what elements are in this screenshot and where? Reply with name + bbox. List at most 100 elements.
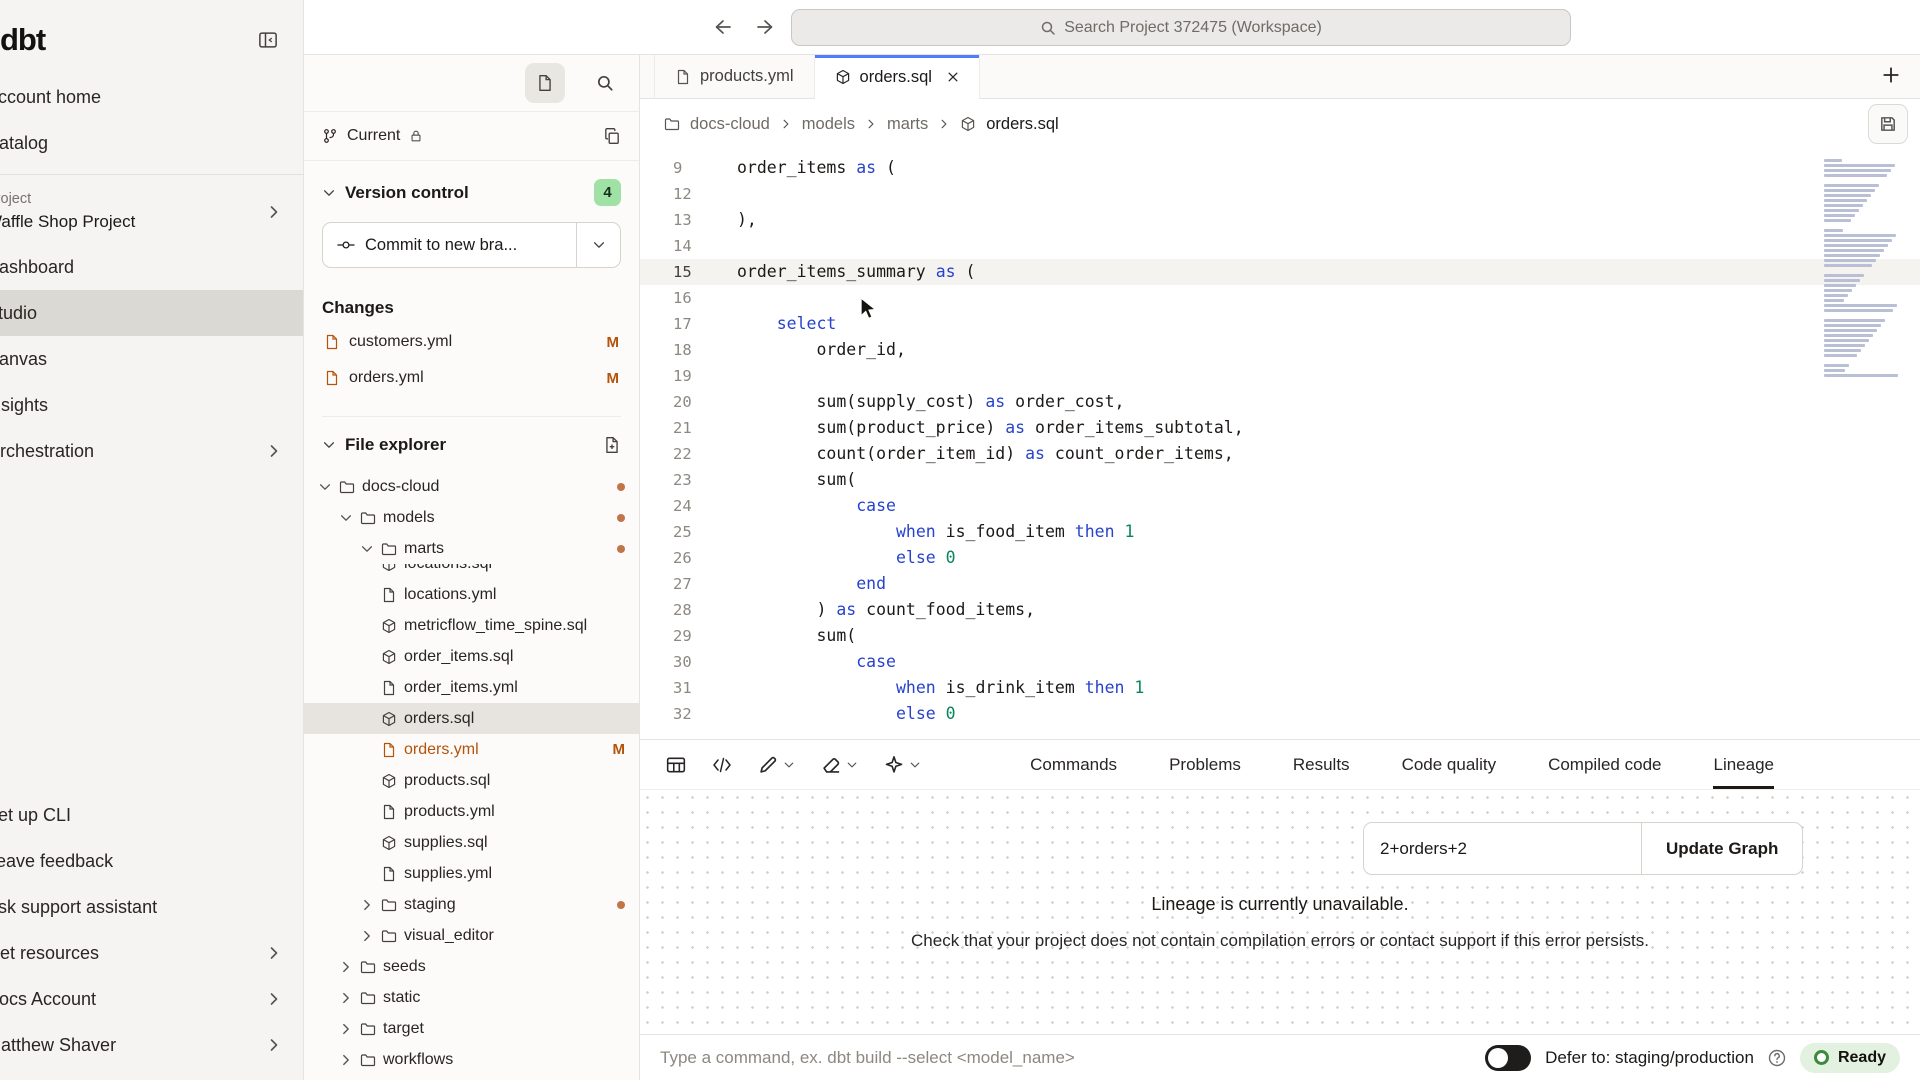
file-search-button[interactable] xyxy=(585,63,625,103)
tool-compile-button[interactable] xyxy=(712,755,732,775)
code-line[interactable]: 21 sum(product_price) as order_items_sub… xyxy=(640,415,1920,441)
help-icon[interactable] xyxy=(1768,1049,1786,1067)
forward-icon[interactable] xyxy=(756,18,774,36)
tree-item-orders-sql[interactable]: orders.sql xyxy=(304,703,639,734)
new-file-icon[interactable] xyxy=(603,436,621,454)
update-graph-button[interactable]: Update Graph xyxy=(1641,822,1803,875)
tab-orders-sql[interactable]: orders.sql xyxy=(815,55,980,99)
code-line[interactable]: 20 sum(supply_cost) as order_cost, xyxy=(640,389,1920,415)
sidebar-item-matthew-shaver[interactable]: Matthew Shaver xyxy=(0,1022,304,1068)
branch-selector[interactable]: Current xyxy=(304,111,639,161)
tree-item-marts[interactable]: marts xyxy=(304,533,639,564)
command-input[interactable]: Type a command, ex. dbt build --select <… xyxy=(660,1048,1075,1068)
save-button[interactable] xyxy=(1868,104,1908,144)
tool-preview-button[interactable] xyxy=(666,755,686,775)
tree-item-models[interactable]: models xyxy=(304,502,639,533)
tree-item-supplies-yml[interactable]: supplies.yml xyxy=(304,858,639,889)
tool-format-button[interactable] xyxy=(758,755,795,775)
sidebar-item-canvas[interactable]: Canvas xyxy=(0,336,304,382)
code-line[interactable]: 19 xyxy=(640,363,1920,389)
sidebar-item-set-up-cli[interactable]: Set up CLI xyxy=(0,792,304,838)
panel-tab-problems[interactable]: Problems xyxy=(1169,740,1241,789)
tree-item-visual-editor[interactable]: visual_editor xyxy=(304,920,639,951)
code-line[interactable]: 27 end xyxy=(640,571,1920,597)
code-line[interactable]: 16 xyxy=(640,285,1920,311)
sidebar-item-account-home[interactable]: Account home xyxy=(0,74,304,120)
code-line[interactable]: 22 count(order_item_id) as count_order_i… xyxy=(640,441,1920,467)
code-line[interactable]: 14 xyxy=(640,233,1920,259)
chevron-down-icon[interactable] xyxy=(322,186,336,200)
panel-tab-code-quality[interactable]: Code quality xyxy=(1402,740,1497,789)
tree-item-metricflow-time-spine-sql[interactable]: metricflow_time_spine.sql xyxy=(304,610,639,641)
close-icon[interactable] xyxy=(947,71,959,83)
code-line[interactable]: 26 else 0 xyxy=(640,545,1920,571)
sidebar-item-catalog[interactable]: Catalog xyxy=(0,120,304,166)
minimap[interactable] xyxy=(1824,159,1910,377)
collapse-sidebar-icon[interactable] xyxy=(258,30,278,50)
tree-item-order-items-yml[interactable]: order_items.yml xyxy=(304,672,639,703)
code-line[interactable]: 30 case xyxy=(640,649,1920,675)
sidebar-item-studio[interactable]: Studio xyxy=(0,290,304,336)
tree-item-order-items-sql[interactable]: order_items.sql xyxy=(304,641,639,672)
file-explorer-view-button[interactable] xyxy=(525,63,565,103)
code-line[interactable]: 29 sum( xyxy=(640,623,1920,649)
sidebar-project-switcher[interactable]: Project Waffle Shop Project xyxy=(0,183,304,244)
breadcrumb-item-models[interactable]: models xyxy=(802,115,855,134)
tree-item-locations-sql[interactable]: locations.sql xyxy=(304,564,639,579)
project-search-input[interactable]: Search Project 372475 (Workspace) xyxy=(791,9,1571,46)
tool-fix-button[interactable] xyxy=(884,755,921,775)
sidebar-item-docs-account[interactable]: Docs Account xyxy=(0,976,304,1022)
panel-tab-compiled-code[interactable]: Compiled code xyxy=(1548,740,1661,789)
breadcrumb-item-marts[interactable]: marts xyxy=(887,115,928,134)
tree-item-locations-yml[interactable]: locations.yml xyxy=(304,579,639,610)
tree-item-products-sql[interactable]: products.sql xyxy=(304,765,639,796)
code-line[interactable]: 23 sum( xyxy=(640,467,1920,493)
code-line[interactable]: 25 when is_food_item then 1 xyxy=(640,519,1920,545)
tree-item-workflows[interactable]: workflows xyxy=(304,1044,639,1075)
tool-lint-button[interactable] xyxy=(821,755,858,775)
breadcrumb-item-orders-sql[interactable]: orders.sql xyxy=(986,115,1058,134)
status-badge[interactable]: Ready xyxy=(1800,1043,1900,1073)
sidebar-item-get-resources[interactable]: Get resources xyxy=(0,930,304,976)
code-line[interactable]: 15order_items_summary as ( xyxy=(640,259,1920,285)
tree-item-target[interactable]: target xyxy=(304,1013,639,1044)
tree-item-static[interactable]: static xyxy=(304,982,639,1013)
panel-tab-results[interactable]: Results xyxy=(1293,740,1350,789)
breadcrumb-item-docs-cloud[interactable]: docs-cloud xyxy=(690,115,770,134)
code-line[interactable]: 24 case xyxy=(640,493,1920,519)
panel-tab-lineage[interactable]: Lineage xyxy=(1713,740,1774,789)
lineage-select-input[interactable]: 2+orders+2 xyxy=(1363,822,1641,875)
changed-file-orders-yml[interactable]: orders.ymlM xyxy=(322,360,621,396)
tree-item-orders-yml[interactable]: orders.ymlM xyxy=(304,734,639,765)
code-line[interactable]: 9order_items as ( xyxy=(640,155,1920,181)
sidebar-item-ask-support-assistant[interactable]: Ask support assistant xyxy=(0,884,304,930)
copy-icon[interactable] xyxy=(603,127,621,145)
changed-file-customers-yml[interactable]: customers.ymlM xyxy=(322,324,621,360)
code-line[interactable]: 28 ) as count_food_items, xyxy=(640,597,1920,623)
defer-toggle[interactable] xyxy=(1485,1045,1531,1071)
chevron-down-icon[interactable] xyxy=(322,438,336,452)
tree-item-staging[interactable]: staging xyxy=(304,889,639,920)
code-line[interactable]: 13), xyxy=(640,207,1920,233)
sidebar-item-insights[interactable]: Insights xyxy=(0,382,304,428)
new-tab-button[interactable] xyxy=(1882,66,1900,84)
commit-button[interactable]: Commit to new bra... xyxy=(322,222,621,268)
code-line[interactable]: 18 order_id, xyxy=(640,337,1920,363)
code-editor[interactable]: 9order_items as (1213),1415order_items_s… xyxy=(640,149,1920,739)
sidebar-item-dashboard[interactable]: Dashboard xyxy=(0,244,304,290)
tree-item-docs-cloud[interactable]: docs-cloud xyxy=(304,471,639,502)
tree-item-seeds[interactable]: seeds xyxy=(304,951,639,982)
sidebar-item-leave-feedback[interactable]: Leave feedback xyxy=(0,838,304,884)
panel-tab-commands[interactable]: Commands xyxy=(1030,740,1117,789)
file-name: supplies.yml xyxy=(404,865,492,883)
code-line[interactable]: 12 xyxy=(640,181,1920,207)
code-line[interactable]: 32 else 0 xyxy=(640,701,1920,727)
tree-item-products-yml[interactable]: products.yml xyxy=(304,796,639,827)
code-line[interactable]: 31 when is_drink_item then 1 xyxy=(640,675,1920,701)
tab-products-yml[interactable]: products.yml xyxy=(654,55,815,98)
back-icon[interactable] xyxy=(714,18,732,36)
tree-item-supplies-sql[interactable]: supplies.sql xyxy=(304,827,639,858)
code-line[interactable]: 17 select xyxy=(640,311,1920,337)
commit-options-dropdown[interactable] xyxy=(576,223,620,267)
sidebar-item-orchestration[interactable]: Orchestration xyxy=(0,428,304,474)
